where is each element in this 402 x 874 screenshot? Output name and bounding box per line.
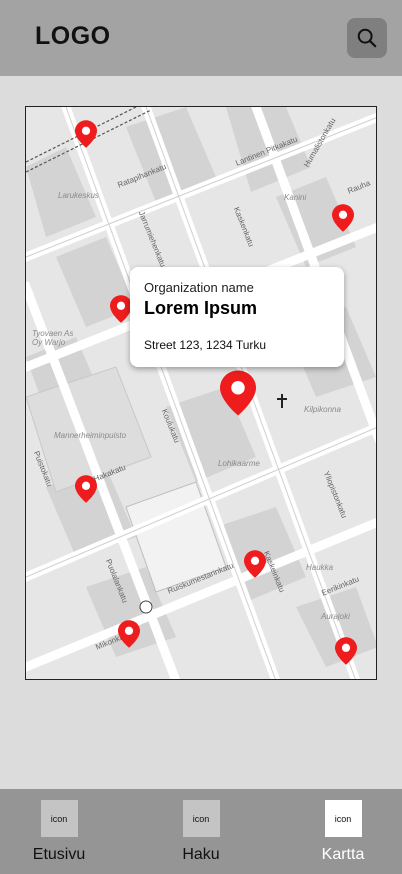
popup-title: Lorem Ipsum — [144, 298, 258, 318]
map-pin-icon[interactable] — [335, 637, 357, 665]
search-nav-icon: icon — [182, 800, 220, 837]
map-pin-icon[interactable] — [75, 475, 97, 503]
map-label: Tyovaen As Oy Warjo — [32, 329, 74, 347]
map-pin-selected-icon[interactable] — [220, 370, 256, 416]
logo[interactable]: LOGO — [35, 22, 111, 51]
map-label: Lohikaarme — [218, 459, 260, 468]
nav-label: Haku — [182, 846, 220, 863]
nav-item-etusivu[interactable]: icon Etusivu — [19, 800, 99, 870]
popup-address: Street 123, 1234 Turku — [144, 338, 267, 352]
nav-label: Kartta — [321, 846, 365, 863]
home-icon: icon — [40, 800, 78, 837]
map-pin-icon[interactable] — [118, 620, 140, 648]
map-view[interactable]: Larukeskus Mannerheiminpuisto Lohikaarme… — [25, 106, 377, 680]
map-pin-icon[interactable] — [110, 295, 132, 323]
bottom-navigation: icon Etusivu icon Haku icon Kartta — [0, 789, 402, 874]
popup-organization-label: Organization name — [144, 280, 254, 295]
search-icon — [357, 28, 377, 48]
map-label: Kanini — [284, 193, 307, 202]
nav-label: Etusivu — [32, 846, 86, 863]
map-label: Kilpikonna — [304, 405, 341, 414]
nav-item-haku[interactable]: icon Haku — [161, 800, 241, 870]
map-nav-icon: icon — [324, 800, 362, 837]
nav-item-kartta[interactable]: icon Kartta — [303, 800, 383, 870]
search-button[interactable] — [347, 18, 387, 58]
map-label: Aurajoki — [321, 612, 350, 621]
map-label: Mannerheiminpuisto — [54, 431, 127, 440]
location-popup[interactable]: Organization name Lorem Ipsum Street 123… — [130, 267, 344, 367]
map-pin-icon[interactable] — [75, 120, 97, 148]
map-label: Haukka — [306, 563, 334, 572]
app-header: LOGO — [0, 0, 402, 76]
map-pin-icon[interactable] — [332, 204, 354, 232]
map-pin-icon[interactable] — [244, 550, 266, 578]
map-label: Larukeskus — [58, 191, 99, 200]
